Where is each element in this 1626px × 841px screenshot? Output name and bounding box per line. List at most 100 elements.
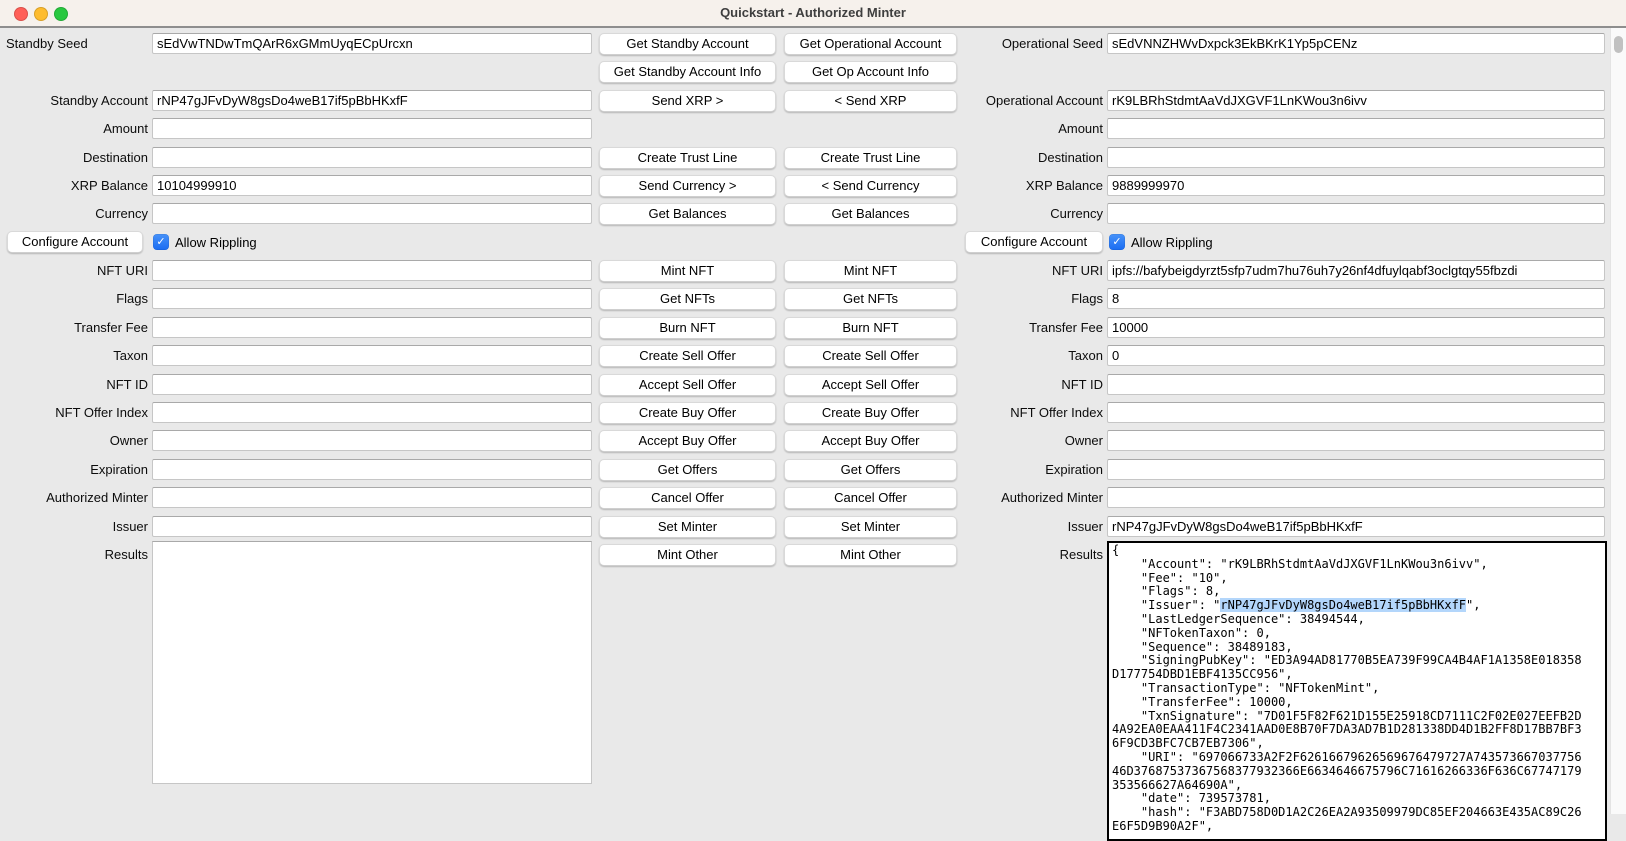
standby-mint-other-button[interactable]: Mint Other <box>599 544 776 566</box>
standby-account-label: Standby Account <box>0 90 148 111</box>
standby-get-offers-button[interactable]: Get Offers <box>599 459 776 481</box>
standby-create-trust-line-button[interactable]: Create Trust Line <box>599 147 776 169</box>
get-op-account-info-button[interactable]: Get Op Account Info <box>784 61 957 83</box>
standby-taxon-field[interactable] <box>152 345 592 366</box>
standby-create-buy-offer-button[interactable]: Create Buy Offer <box>599 402 776 424</box>
standby-transfer-fee-field[interactable] <box>152 317 592 338</box>
operational-taxon-label: Taxon <box>955 345 1103 366</box>
standby-set-minter-button[interactable]: Set Minter <box>599 516 776 538</box>
operational-destination-field[interactable] <box>1107 147 1605 168</box>
standby-expiration-field[interactable] <box>152 459 592 480</box>
send-currency-left-button[interactable]: < Send Currency <box>784 175 957 197</box>
standby-issuer-label: Issuer <box>0 516 148 537</box>
scrollbar-thumb[interactable] <box>1614 36 1623 53</box>
standby-flags-label: Flags <box>0 288 148 309</box>
standby-authorized-minter-field[interactable] <box>152 487 592 508</box>
operational-currency-field[interactable] <box>1107 203 1605 224</box>
operational-xrp-balance-field[interactable] <box>1107 175 1605 196</box>
op-get-offers-button[interactable]: Get Offers <box>784 459 957 481</box>
operational-owner-field[interactable] <box>1107 430 1605 451</box>
standby-allow-rippling-checkbox[interactable]: ✓ <box>153 234 169 250</box>
standby-currency-label: Currency <box>0 203 148 224</box>
titlebar-separator <box>0 26 1626 28</box>
standby-nft-offer-index-field[interactable] <box>152 402 592 423</box>
op-get-balances-button[interactable]: Get Balances <box>784 203 957 225</box>
operational-amount-label: Amount <box>955 118 1103 139</box>
operational-authorized-minter-field[interactable] <box>1107 487 1605 508</box>
operational-currency-label: Currency <box>955 203 1103 224</box>
minimize-button[interactable] <box>34 7 48 21</box>
zoom-button[interactable] <box>54 7 68 21</box>
op-set-minter-button[interactable]: Set Minter <box>784 516 957 538</box>
standby-flags-field[interactable] <box>152 288 592 309</box>
operational-results-box[interactable]: { "Account": "rK9LBRhStdmtAaVdJXGVF1LnKW… <box>1107 541 1607 841</box>
standby-burn-nft-button[interactable]: Burn NFT <box>599 317 776 339</box>
vertical-scrollbar[interactable] <box>1610 28 1626 814</box>
operational-account-label: Operational Account <box>955 90 1103 111</box>
standby-accept-sell-offer-button[interactable]: Accept Sell Offer <box>599 374 776 396</box>
operational-seed-field[interactable] <box>1107 33 1605 54</box>
standby-amount-field[interactable] <box>152 118 592 139</box>
op-accept-sell-offer-button[interactable]: Accept Sell Offer <box>784 374 957 396</box>
close-button[interactable] <box>14 7 28 21</box>
standby-transfer-fee-label: Transfer Fee <box>0 317 148 338</box>
operational-amount-field[interactable] <box>1107 118 1605 139</box>
standby-results-label: Results <box>0 544 148 565</box>
standby-nft-uri-field[interactable] <box>152 260 592 281</box>
standby-seed-label: Standby Seed <box>6 33 88 54</box>
get-operational-account-button[interactable]: Get Operational Account <box>784 33 957 55</box>
standby-taxon-label: Taxon <box>0 345 148 366</box>
operational-flags-field[interactable] <box>1107 288 1605 309</box>
standby-create-sell-offer-button[interactable]: Create Sell Offer <box>599 345 776 367</box>
operational-nft-offer-index-field[interactable] <box>1107 402 1605 423</box>
operational-authorized-minter-label: Authorized Minter <box>955 487 1103 508</box>
standby-get-balances-button[interactable]: Get Balances <box>599 203 776 225</box>
operational-account-field[interactable] <box>1107 90 1605 111</box>
op-burn-nft-button[interactable]: Burn NFT <box>784 317 957 339</box>
send-xrp-right-button[interactable]: Send XRP > <box>599 90 776 112</box>
standby-mint-nft-button[interactable]: Mint NFT <box>599 260 776 282</box>
op-get-nfts-button[interactable]: Get NFTs <box>784 288 957 310</box>
standby-issuer-field[interactable] <box>152 516 592 537</box>
op-cancel-offer-button[interactable]: Cancel Offer <box>784 487 957 509</box>
operational-nft-uri-field[interactable] <box>1107 260 1605 281</box>
operational-issuer-field[interactable] <box>1107 516 1605 537</box>
standby-expiration-label: Expiration <box>0 459 148 480</box>
op-create-trust-line-button[interactable]: Create Trust Line <box>784 147 957 169</box>
op-create-sell-offer-button[interactable]: Create Sell Offer <box>784 345 957 367</box>
operational-nft-id-label: NFT ID <box>955 374 1103 395</box>
checkmark-icon: ✓ <box>1112 236 1121 248</box>
standby-get-nfts-button[interactable]: Get NFTs <box>599 288 776 310</box>
operational-taxon-field[interactable] <box>1107 345 1605 366</box>
standby-authorized-minter-label: Authorized Minter <box>0 487 148 508</box>
operational-nft-id-field[interactable] <box>1107 374 1605 395</box>
get-standby-account-info-button[interactable]: Get Standby Account Info <box>599 61 776 83</box>
operational-configure-account-button[interactable]: Configure Account <box>965 231 1103 253</box>
get-standby-account-button[interactable]: Get Standby Account <box>599 33 776 55</box>
op-accept-buy-offer-button[interactable]: Accept Buy Offer <box>784 430 957 452</box>
standby-account-field[interactable] <box>152 90 592 111</box>
operational-expiration-field[interactable] <box>1107 459 1605 480</box>
operational-allow-rippling-checkbox[interactable]: ✓ <box>1109 234 1125 250</box>
standby-nft-id-field[interactable] <box>152 374 592 395</box>
standby-currency-field[interactable] <box>152 203 592 224</box>
standby-owner-field[interactable] <box>152 430 592 451</box>
operational-nft-offer-index-label: NFT Offer Index <box>955 402 1103 423</box>
operational-allow-rippling-label: Allow Rippling <box>1131 232 1213 253</box>
standby-xrp-balance-field[interactable] <box>152 175 592 196</box>
standby-cancel-offer-button[interactable]: Cancel Offer <box>599 487 776 509</box>
standby-results-text[interactable] <box>152 541 592 784</box>
standby-xrp-balance-label: XRP Balance <box>0 175 148 196</box>
standby-destination-field[interactable] <box>152 147 592 168</box>
operational-transfer-fee-field[interactable] <box>1107 317 1605 338</box>
send-currency-right-button[interactable]: Send Currency > <box>599 175 776 197</box>
standby-configure-account-button[interactable]: Configure Account <box>7 231 143 253</box>
op-mint-other-button[interactable]: Mint Other <box>784 544 957 566</box>
standby-destination-label: Destination <box>0 147 148 168</box>
op-create-buy-offer-button[interactable]: Create Buy Offer <box>784 402 957 424</box>
op-mint-nft-button[interactable]: Mint NFT <box>784 260 957 282</box>
standby-accept-buy-offer-button[interactable]: Accept Buy Offer <box>599 430 776 452</box>
standby-seed-field[interactable] <box>152 33 592 54</box>
send-xrp-left-button[interactable]: < Send XRP <box>784 90 957 112</box>
operational-nft-uri-label: NFT URI <box>955 260 1103 281</box>
